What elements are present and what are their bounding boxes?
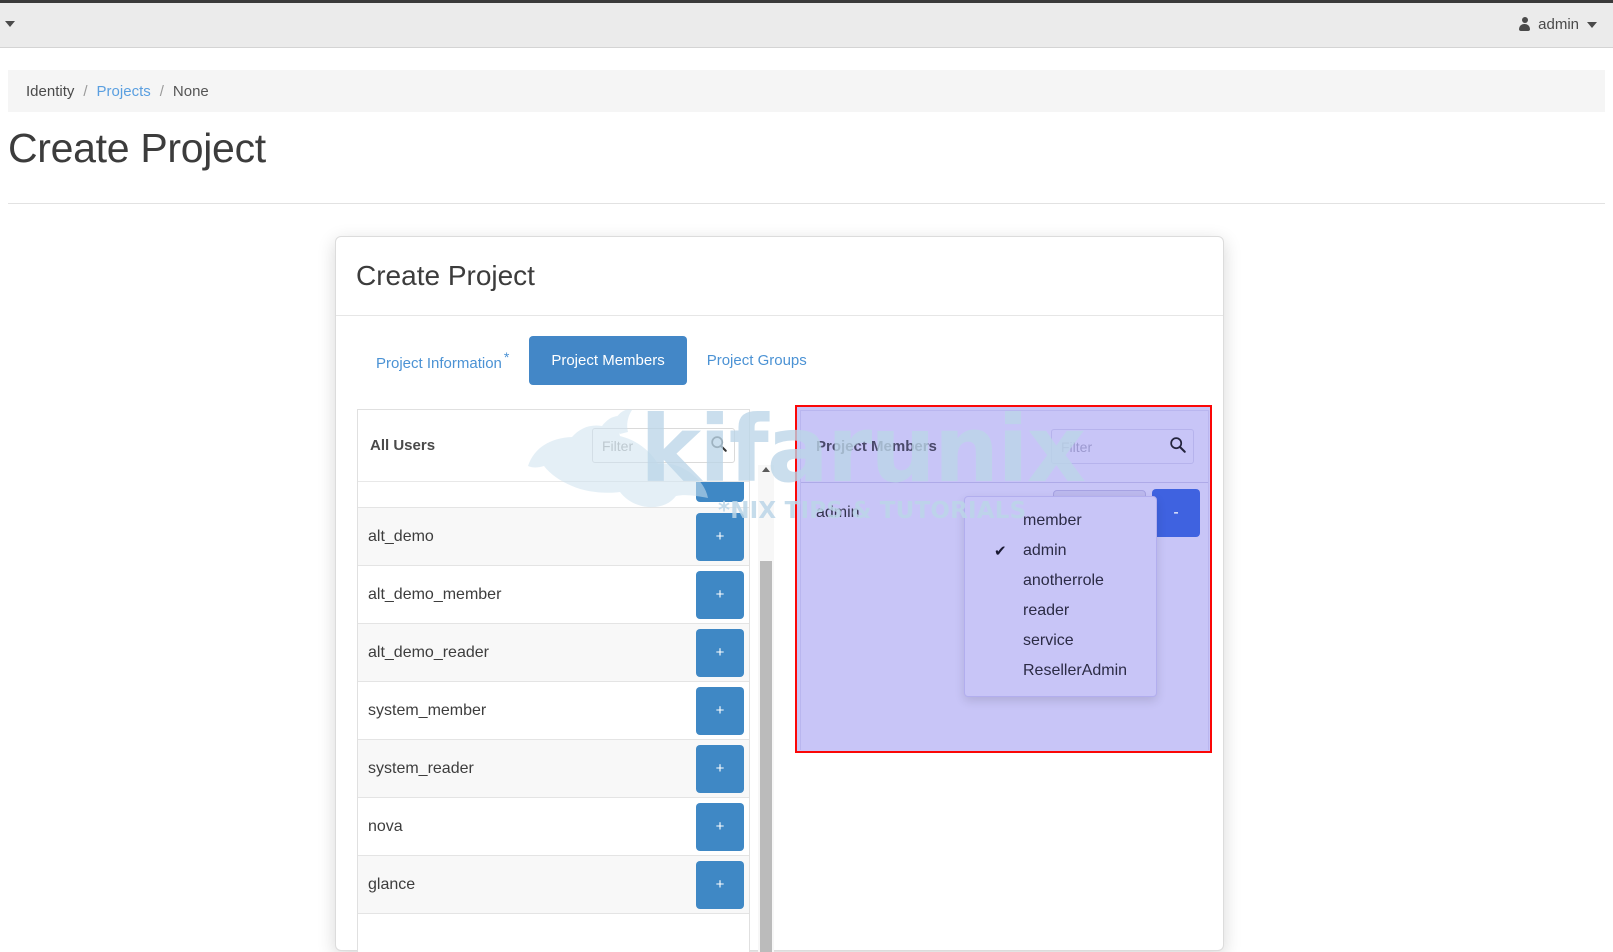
user-menu-label: admin <box>1538 16 1579 33</box>
check-icon: ✔ <box>994 542 1007 560</box>
breadcrumb-item-identity: Identity <box>26 83 74 100</box>
user-menu[interactable]: admin <box>1519 16 1597 33</box>
modal-header: Create Project <box>336 237 1223 316</box>
project-member-name: admin <box>816 504 860 522</box>
user-row-label: alt_demo_member <box>368 586 501 604</box>
role-menu-item[interactable]: member <box>965 506 1156 536</box>
user-row-label: nova <box>368 818 403 836</box>
all-users-scrollbar[interactable] <box>758 465 774 952</box>
user-row-label: glance <box>368 876 415 894</box>
tab-project-information[interactable]: Project Information* <box>356 333 529 388</box>
scroll-up-arrow-icon[interactable] <box>762 467 770 472</box>
role-menu-item[interactable]: service <box>965 626 1156 656</box>
project-members-filter <box>1051 429 1194 464</box>
search-icon[interactable] <box>1169 436 1187 454</box>
breadcrumb-item-none: None <box>173 83 209 100</box>
user-row: alt_demo + <box>358 508 749 566</box>
user-row: glance + <box>358 856 749 914</box>
all-users-list: +alt_demo+alt_demo_member+alt_demo_reade… <box>358 482 749 952</box>
tab-project-information-label: Project Information <box>376 355 502 372</box>
add-user-button[interactable]: + <box>696 629 744 677</box>
project-members-panel-highlight: Project Members admin admin - <box>795 405 1212 753</box>
chevron-down-icon <box>1587 22 1597 28</box>
role-menu-item-label: service <box>1023 632 1074 650</box>
tab-project-groups[interactable]: Project Groups <box>687 336 827 385</box>
required-marker: * <box>504 349 509 365</box>
breadcrumb-item-projects[interactable]: Projects <box>97 83 151 100</box>
title-divider <box>8 203 1605 204</box>
add-user-button[interactable]: + <box>696 861 744 909</box>
breadcrumb: Identity / Projects / None <box>8 70 1605 112</box>
role-menu-item[interactable]: anotherrole <box>965 566 1156 596</box>
tab-project-members[interactable]: Project Members <box>529 336 686 385</box>
role-menu-item-label: admin <box>1023 542 1067 560</box>
user-row: alt_demo_member + <box>358 566 749 624</box>
search-icon[interactable] <box>710 435 728 453</box>
role-menu-item-label: anotherrole <box>1023 572 1104 590</box>
user-row-label: alt_demo_reader <box>368 644 489 662</box>
role-menu-item[interactable]: ✔ admin <box>965 536 1156 566</box>
user-row: alt_demo_reader + <box>358 624 749 682</box>
all-users-panel: All Users +alt_demo+alt_demo_member+alt_… <box>357 409 750 952</box>
role-menu-item-label: member <box>1023 512 1082 530</box>
remove-member-button[interactable]: - <box>1152 489 1200 537</box>
user-row-label: alt_demo <box>368 528 434 546</box>
scrollbar-thumb[interactable] <box>760 561 772 952</box>
user-row-label: system_member <box>368 702 486 720</box>
user-row: nova + <box>358 798 749 856</box>
all-users-title: All Users <box>370 437 435 454</box>
user-icon <box>1519 17 1530 32</box>
user-row-label: system_reader <box>368 760 474 778</box>
project-members-panel-header: Project Members <box>801 411 1208 483</box>
role-menu-item[interactable]: reader <box>965 596 1156 626</box>
modal-tabs: Project Information* Project Members Pro… <box>356 335 827 385</box>
project-members-title: Project Members <box>816 438 937 455</box>
add-user-button[interactable]: + <box>696 687 744 735</box>
add-user-button[interactable]: + <box>696 745 744 793</box>
navbar-left-dropdown[interactable]: n <box>0 15 15 33</box>
add-user-button[interactable]: + <box>696 513 744 561</box>
chevron-down-icon <box>5 21 15 27</box>
role-dropdown-menu: member ✔ admin anotherrole reader service Rese… <box>964 496 1157 697</box>
create-project-modal: Create Project Project Information* Proj… <box>335 236 1224 951</box>
project-members-panel: Project Members admin admin - <box>800 410 1209 750</box>
breadcrumb-separator: / <box>160 83 164 100</box>
role-menu-item-label: reader <box>1023 602 1069 620</box>
modal-title: Create Project <box>356 260 535 292</box>
add-user-button[interactable]: + <box>696 571 744 619</box>
top-navbar: n admin <box>0 0 1613 48</box>
breadcrumb-separator: / <box>83 83 87 100</box>
add-user-button[interactable]: + <box>696 482 744 502</box>
all-users-panel-header: All Users <box>358 410 749 482</box>
user-row: system_member + <box>358 682 749 740</box>
add-user-button[interactable]: + <box>696 803 744 851</box>
all-users-filter <box>592 428 735 463</box>
page-title: Create Project <box>8 125 266 172</box>
user-row: system_reader + <box>358 740 749 798</box>
role-menu-item[interactable]: ResellerAdmin <box>965 656 1156 686</box>
user-row-partial: + <box>358 482 749 508</box>
role-menu-item-label: ResellerAdmin <box>1023 662 1127 680</box>
